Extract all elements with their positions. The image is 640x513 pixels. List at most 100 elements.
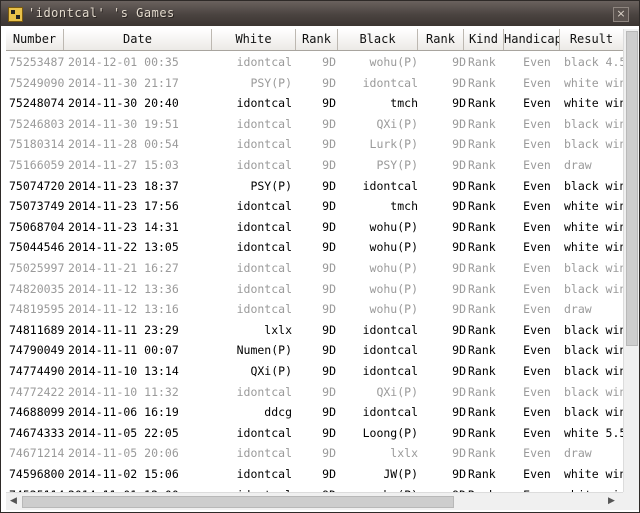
cell-white-rank: 9D xyxy=(322,364,336,378)
game-row[interactable]: 74596800 2014-11-02 15:06 idontcal 9D JW(P) 9… xyxy=(6,464,624,484)
vertical-scrollbar[interactable] xyxy=(623,29,639,492)
cell-black: Loong(P) xyxy=(362,425,418,440)
cell-result: black 4.5 xyxy=(564,55,624,69)
cell-white-rank: 9D xyxy=(322,384,336,399)
cell-black: idontcal xyxy=(362,364,418,378)
close-button[interactable]: × xyxy=(613,7,629,22)
games-list[interactable]: 75253487 2014-12-01 00:35 idontcal 9D wohu(P… xyxy=(6,52,624,493)
game-row[interactable]: 75248074 2014-11-30 20:40 idontcal 9D tmch 9D… xyxy=(6,93,624,113)
board-icon xyxy=(8,7,23,22)
cell-white-rank: 9D xyxy=(322,158,336,172)
game-row[interactable]: 75253487 2014-12-01 00:35 idontcal 9D wohu(P… xyxy=(6,52,624,72)
cell-black-rank: 9D xyxy=(452,158,466,172)
game-row[interactable]: 74790049 2014-11-11 00:07 Numen(P) 9D idontc… xyxy=(6,340,624,360)
column-header-black[interactable]: Black xyxy=(338,29,418,50)
cell-result: black win xyxy=(564,405,624,420)
cell-black: idontcal xyxy=(362,405,418,420)
cell-date: 2014-11-12 13:36 xyxy=(68,281,179,296)
cell-white: PSY(P) xyxy=(250,75,292,90)
game-row[interactable]: 74671214 2014-11-05 20:06 idontcal 9D lxlx 9D… xyxy=(6,443,624,463)
cell-kind: Rank xyxy=(468,405,496,420)
scroll-corner xyxy=(623,492,639,510)
cell-number: 74811689 xyxy=(9,322,65,337)
cell-black-rank: 9D xyxy=(452,137,466,152)
game-row[interactable]: 75044546 2014-11-22 13:05 idontcal 9D wohu(P… xyxy=(6,237,624,257)
game-row[interactable]: 75166059 2014-11-27 15:03 idontcal 9D PSY(P)… xyxy=(6,155,624,175)
cell-black: PSY(P) xyxy=(376,158,418,172)
game-row[interactable]: 75180314 2014-11-28 00:54 idontcal 9D Lurk(P… xyxy=(6,134,624,154)
cell-white: Numen(P) xyxy=(236,343,292,358)
cell-result: white win xyxy=(564,240,624,255)
title-bar[interactable]: 'idontcal' 's Games × xyxy=(1,1,639,26)
column-header-date[interactable]: Date xyxy=(64,29,212,50)
cell-date: 2014-11-30 20:40 xyxy=(68,96,179,111)
cell-black: idontcal xyxy=(362,322,418,337)
game-row[interactable]: 75246803 2014-11-30 19:51 idontcal 9D QXi(P)… xyxy=(6,114,624,134)
cell-black-rank: 9D xyxy=(452,219,466,234)
game-row[interactable]: 74688099 2014-11-06 16:19 ddcg 9D idontcal 9D… xyxy=(6,402,624,422)
column-header-number[interactable]: Number xyxy=(6,29,64,50)
cell-handicap: Even xyxy=(523,240,551,255)
cell-result: white win xyxy=(564,96,624,111)
cell-kind: Rank xyxy=(468,75,496,90)
column-header-handicap[interactable]: Handicap xyxy=(504,29,560,50)
cell-black: wohu(P) xyxy=(369,219,418,234)
cell-white-rank: 9D xyxy=(322,116,336,131)
cell-number: 75166059 xyxy=(9,158,65,172)
game-row[interactable]: 74772422 2014-11-10 11:32 idontcal 9D QXi(P)… xyxy=(6,382,624,402)
cell-kind: Rank xyxy=(468,322,496,337)
vertical-scroll-thumb[interactable] xyxy=(626,31,638,346)
game-row[interactable]: 75074720 2014-11-23 18:37 PSY(P) 9D idontcal… xyxy=(6,176,624,196)
column-header-white[interactable]: White xyxy=(212,29,296,50)
cell-number: 74596800 xyxy=(9,467,65,481)
game-row[interactable]: 75249090 2014-11-30 21:17 PSY(P) 9D idontcal… xyxy=(6,73,624,93)
cell-number: 74819595 xyxy=(9,302,65,317)
cell-kind: Rank xyxy=(468,158,496,172)
cell-white: idontcal xyxy=(236,219,292,234)
horizontal-scrollbar[interactable]: ◀ ▶ xyxy=(6,492,623,510)
cell-kind: Rank xyxy=(468,240,496,255)
cell-white: idontcal xyxy=(236,446,292,461)
game-row[interactable]: 74674333 2014-11-05 22:05 idontcal 9D Loong(… xyxy=(6,423,624,443)
cell-white-rank: 9D xyxy=(322,302,336,317)
scroll-left-icon[interactable]: ◀ xyxy=(10,496,17,506)
column-header-row: Number Date White Rank Black Rank Kind Handicap… xyxy=(6,29,624,51)
column-header-black-rank[interactable]: Rank xyxy=(418,29,464,50)
cell-white-rank: 9D xyxy=(322,446,336,461)
cell-black-rank: 9D xyxy=(452,405,466,420)
scroll-right-icon[interactable]: ▶ xyxy=(608,496,615,506)
column-header-kind[interactable]: Kind xyxy=(464,29,504,50)
game-row[interactable]: 74819595 2014-11-12 13:16 idontcal 9D wohu(P… xyxy=(6,299,624,319)
games-window: 'idontcal' 's Games × Number Date White Ran… xyxy=(0,0,640,513)
cell-handicap: Even xyxy=(523,137,551,152)
cell-result: draw xyxy=(564,158,592,172)
cell-white-rank: 9D xyxy=(322,343,336,358)
cell-handicap: Even xyxy=(523,55,551,69)
cell-result: black win xyxy=(564,178,624,193)
cell-number: 74674333 xyxy=(9,425,65,440)
cell-result: black win xyxy=(564,137,624,152)
cell-handicap: Even xyxy=(523,322,551,337)
cell-handicap: Even xyxy=(523,364,551,378)
cell-date: 2014-11-02 15:06 xyxy=(68,467,179,481)
cell-white-rank: 9D xyxy=(322,55,336,69)
cell-white: idontcal xyxy=(236,281,292,296)
cell-black-rank: 9D xyxy=(452,467,466,481)
game-row[interactable]: 75073749 2014-11-23 17:56 idontcal 9D tmch 9D… xyxy=(6,196,624,216)
cell-white: idontcal xyxy=(236,425,292,440)
column-header-result[interactable]: Result xyxy=(560,29,624,50)
cell-black-rank: 9D xyxy=(452,343,466,358)
horizontal-scroll-thumb[interactable] xyxy=(22,496,454,508)
game-row[interactable]: 74820035 2014-11-12 13:36 idontcal 9D wohu(P… xyxy=(6,279,624,299)
cell-black: QXi(P) xyxy=(376,116,418,131)
cell-date: 2014-11-12 13:16 xyxy=(68,302,179,317)
game-row[interactable]: 75068704 2014-11-23 14:31 idontcal 9D wohu(P… xyxy=(6,217,624,237)
column-header-white-rank[interactable]: Rank xyxy=(296,29,338,50)
cell-result: white 5.5 xyxy=(564,425,624,440)
game-row[interactable]: 74811689 2014-11-11 23:29 lxlx 9D idontcal 9D… xyxy=(6,320,624,340)
cell-result: white win xyxy=(564,219,624,234)
game-row[interactable]: 74774490 2014-11-10 13:14 QXi(P) 9D idontcal… xyxy=(6,361,624,381)
cell-white-rank: 9D xyxy=(322,199,336,214)
cell-white-rank: 9D xyxy=(322,137,336,152)
game-row[interactable]: 75025997 2014-11-21 16:27 idontcal 9D wohu(P… xyxy=(6,258,624,278)
